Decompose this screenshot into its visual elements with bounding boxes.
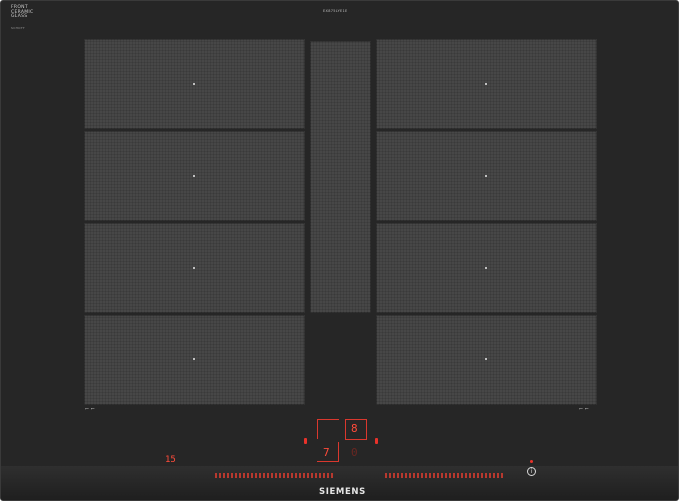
power-slider-right[interactable] — [385, 472, 503, 478]
power-level-digit: 8 — [351, 422, 358, 435]
cooking-zone-left-4[interactable] — [84, 315, 305, 405]
zone-center-mark — [193, 83, 195, 85]
display-digit-low: 7 — [323, 446, 330, 459]
cooking-zone-left-3[interactable] — [84, 223, 305, 313]
brand-logo: SIEMENS — [319, 487, 366, 497]
zone-display-frame-top — [317, 419, 339, 439]
cooking-zone-right-3[interactable] — [376, 223, 597, 313]
zone-center-mark — [193, 175, 195, 177]
info-icon[interactable]: i — [527, 467, 536, 476]
badge-sub: SCHOTT — [11, 25, 26, 30]
indicator-dot-right — [375, 438, 378, 444]
cooking-zone-right-4[interactable] — [376, 315, 597, 405]
power-slider-left[interactable] — [215, 472, 333, 478]
zone-center-mark — [485, 358, 487, 360]
badge-line-3: GLASS — [11, 14, 28, 20]
cooking-zone-right-1[interactable] — [376, 39, 597, 129]
glass-badge: FRONT CERAMIC GLASS SCHOTT — [11, 5, 41, 30]
cooking-zone-right-2[interactable] — [376, 131, 597, 221]
zone-center-mark — [193, 267, 195, 269]
model-label: EX875LYE1E — [323, 9, 348, 13]
flex-zone-mark-left: ⌐ ⌐ — [85, 406, 95, 412]
indicator-dot-left — [304, 438, 307, 444]
power-dot-icon — [530, 460, 533, 463]
zone-center-mark — [193, 358, 195, 360]
cooking-zone-left-1[interactable] — [84, 39, 305, 129]
zone-center-mark — [485, 83, 487, 85]
zone-center-mark — [485, 267, 487, 269]
timer-value: 15 — [165, 455, 176, 465]
flex-zone-mark-right: ⌐ ⌐ — [579, 406, 589, 412]
cooking-zone-left-2[interactable] — [84, 131, 305, 221]
induction-hob: FRONT CERAMIC GLASS SCHOTT EX875LYE1E ⌐ … — [0, 0, 679, 501]
display-digit-low-2: 0 — [351, 446, 358, 459]
cooking-zone-center[interactable] — [310, 41, 371, 313]
zone-center-mark — [485, 175, 487, 177]
